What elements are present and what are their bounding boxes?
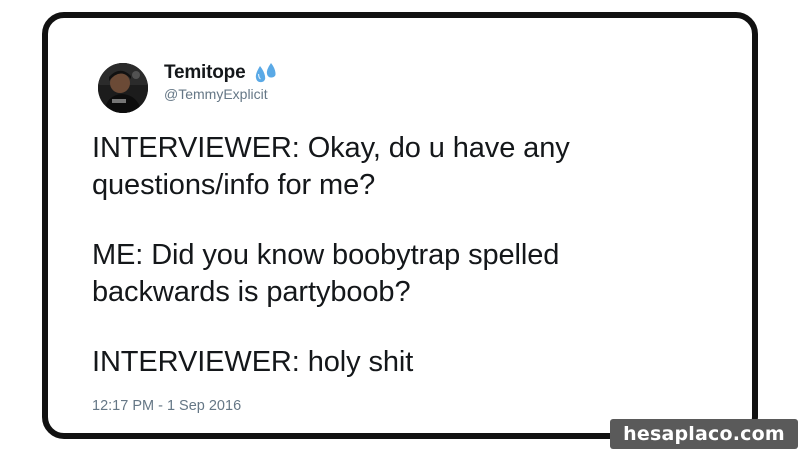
tweet-card: Temitope @TemmyExplicit INTERVIEWER: Oka… [42, 12, 758, 439]
author-display-name[interactable]: Temitope [164, 62, 246, 84]
author-name-row: Temitope [164, 60, 279, 86]
tweet-timestamp[interactable]: 12:17 PM - 1 Sep 2016 [92, 398, 241, 414]
site-watermark: hesaplaco.com [610, 419, 798, 449]
tweet-paragraph: INTERVIEWER: holy shit [92, 346, 414, 378]
profile-photo-avatar [98, 63, 148, 113]
sweat-droplets-emoji-icon [253, 62, 279, 84]
author-handle[interactable]: @TemmyExplicit [164, 86, 268, 102]
author-avatar[interactable] [98, 63, 148, 113]
tweet-text: INTERVIEWER: Okay, do u have any questio… [92, 130, 732, 381]
tweet-paragraph: ME: Did you know boobytrap spelled backw… [92, 239, 560, 308]
tweet-paragraph: INTERVIEWER: Okay, do u have any questio… [92, 132, 570, 201]
